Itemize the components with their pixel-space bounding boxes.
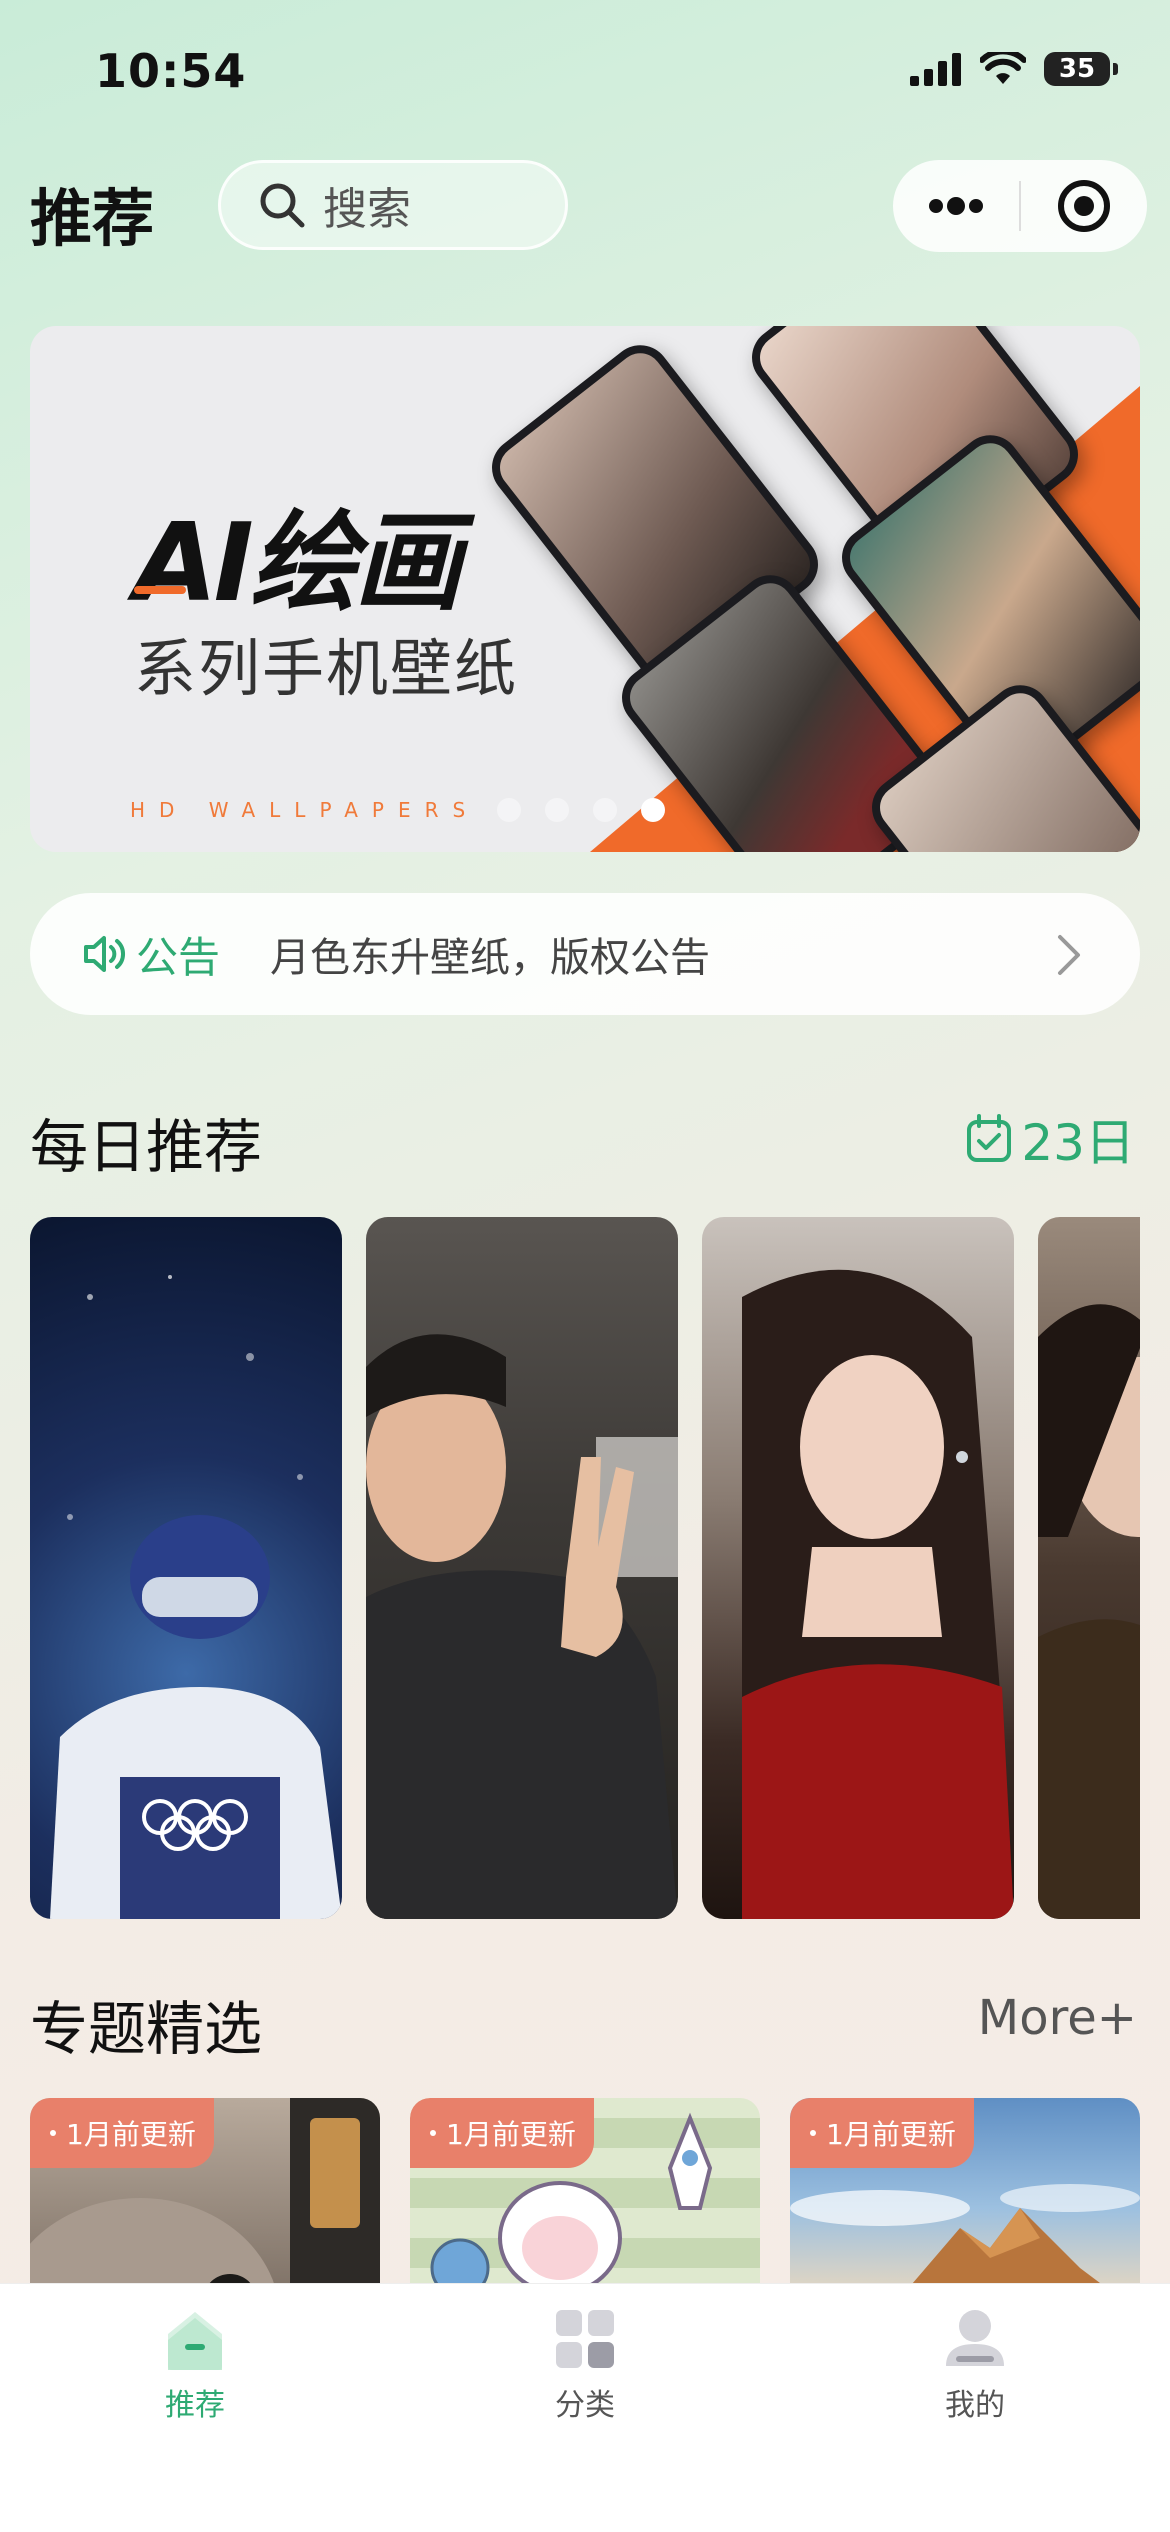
topic-badge-text: 1月前更新: [446, 2118, 576, 2151]
page-title: 推荐: [30, 182, 155, 255]
tab-label: 分类: [555, 2388, 615, 2423]
banner-subtitle: 系列手机壁纸: [134, 632, 519, 705]
topic-badge-text: 1月前更新: [826, 2118, 956, 2151]
calendar-check-icon: [967, 1114, 1012, 1162]
carousel-indicator: [497, 798, 665, 822]
more-options-icon[interactable]: [893, 160, 1019, 252]
tab-label: 推荐: [165, 2388, 225, 2423]
home-icon: [168, 2312, 222, 2370]
topic-card[interactable]: 1月前更新: [410, 2098, 760, 2298]
daily-date[interactable]: 23日: [965, 1103, 1135, 1175]
carousel-dot-active[interactable]: [641, 798, 665, 822]
banner-carousel[interactable]: AI绘画 系列手机壁纸 HD WALLPAPERS: [30, 326, 1140, 852]
topic-update-badge: 1月前更新: [790, 2098, 974, 2168]
daily-wallpaper-card[interactable]: [702, 1217, 1014, 1919]
chevron-right-icon: [1058, 935, 1080, 975]
status-bar: 10:54 35: [0, 0, 1170, 150]
carousel-dot[interactable]: [593, 798, 617, 822]
profile-icon: [946, 2310, 1004, 2366]
more-topics-link[interactable]: More+: [978, 1990, 1137, 2046]
wifi-icon: [980, 52, 1026, 84]
speaker-icon: [84, 936, 125, 972]
search-icon: [260, 183, 305, 228]
header: 推荐 搜索: [0, 158, 1170, 258]
banner-caption: HD WALLPAPERS: [130, 798, 480, 822]
topic-update-badge: 1月前更新: [30, 2098, 214, 2168]
category-icon: [556, 2310, 614, 2368]
woman-wallpaper-image: [742, 1269, 1014, 1919]
daily-date-text: 23日: [1021, 1114, 1135, 1172]
daily-wallpaper-list: [30, 1217, 1140, 1919]
portrait-wallpaper-image: [366, 1334, 678, 1919]
tab-label: 我的: [945, 2388, 1005, 2423]
costume-wallpaper-image: [1038, 1304, 1140, 1919]
topic-update-badge: 1月前更新: [410, 2098, 594, 2168]
notice-text: 月色东升壁纸，版权公告: [270, 935, 711, 981]
banner-title-accent: [134, 586, 186, 594]
topics-section-title: 专题精选: [30, 1995, 263, 2063]
tab-category[interactable]: 分类: [475, 2304, 695, 2434]
topic-card[interactable]: 1月前更新: [30, 2098, 380, 2298]
daily-wallpaper-card[interactable]: [1038, 1217, 1140, 1919]
tab-bar: 推荐 分类 我的: [0, 2284, 1170, 2532]
status-icons: 35: [910, 52, 1118, 86]
miniprogram-capsule: [893, 160, 1147, 252]
daily-wallpaper-card[interactable]: [366, 1217, 678, 1919]
carousel-dot[interactable]: [545, 798, 569, 822]
tab-recommend[interactable]: 推荐: [85, 2304, 305, 2434]
search-input[interactable]: 搜索: [218, 160, 568, 250]
notice-label: 公告: [136, 932, 221, 982]
topic-badge-text: 1月前更新: [66, 2118, 196, 2151]
topic-list: 1月前更新 1月前更新 1月前更新: [30, 2098, 1140, 2298]
search-placeholder: 搜索: [323, 184, 411, 235]
athlete-wallpaper-image: [50, 1275, 342, 1919]
topic-card[interactable]: 1月前更新: [790, 2098, 1140, 2298]
battery-indicator: 35: [1044, 52, 1118, 86]
status-time: 10:54: [95, 44, 247, 98]
close-miniprogram-icon[interactable]: [1021, 160, 1147, 252]
daily-section-title: 每日推荐: [30, 1113, 263, 1181]
daily-wallpaper-card[interactable]: [30, 1217, 342, 1919]
cellular-signal-icon: [910, 53, 961, 86]
tab-profile[interactable]: 我的: [865, 2304, 1085, 2434]
notice-bar[interactable]: 公告 月色东升壁纸，版权公告: [30, 893, 1140, 1015]
banner-title: AI绘画: [134, 501, 462, 626]
carousel-dot[interactable]: [497, 798, 521, 822]
